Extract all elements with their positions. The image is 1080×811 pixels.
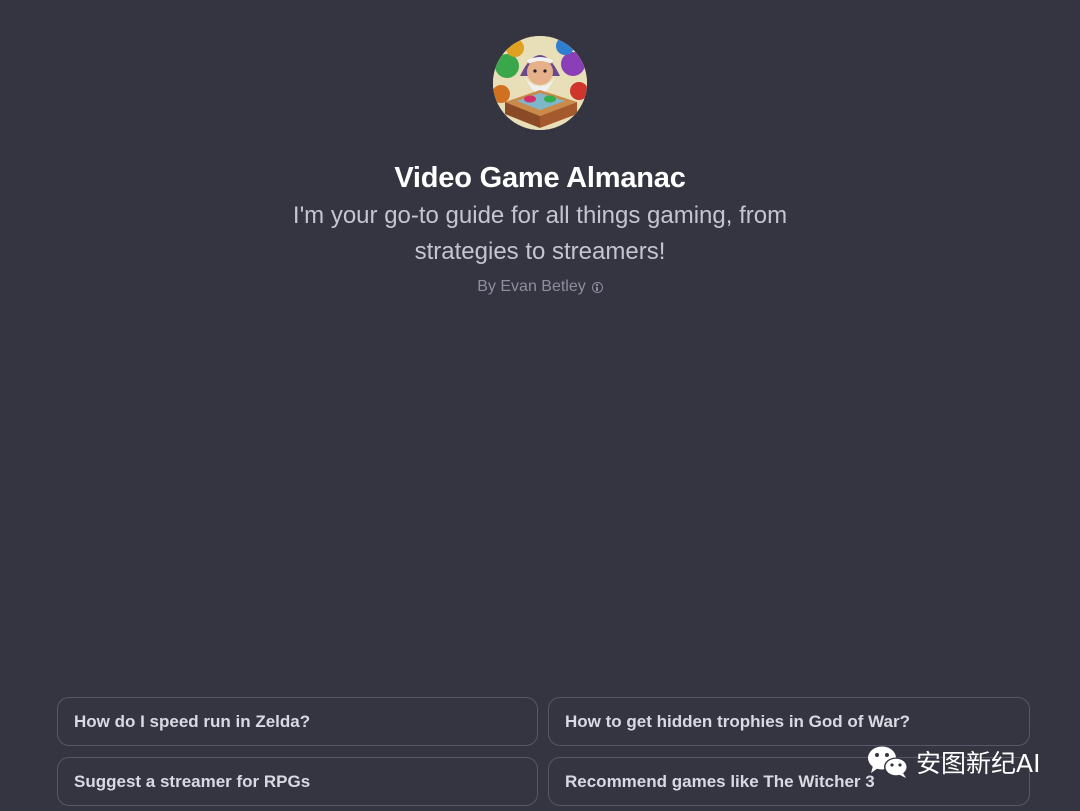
watermark-text: 安图新纪AI (916, 749, 1041, 778)
info-icon[interactable] (591, 281, 603, 293)
suggestion-button[interactable]: How to get hidden trophies in God of War… (548, 697, 1030, 746)
gpt-intro: Video Game Almanac I'm your go-to guide … (0, 36, 1080, 298)
watermark: 安图新纪AI (866, 742, 1040, 782)
wizard-avatar-icon (493, 36, 587, 130)
gpt-avatar (493, 36, 587, 130)
chat-page: Video Game Almanac I'm your go-to guide … (0, 0, 1080, 811)
gpt-title: Video Game Almanac (394, 162, 686, 194)
suggestion-button[interactable]: How do I speed run in Zelda? (57, 697, 538, 746)
gpt-author[interactable]: By Evan Betley (477, 276, 603, 298)
gpt-description: I'm your go-to guide for all things gami… (292, 202, 788, 265)
wechat-icon (868, 746, 908, 778)
author-label: By Evan Betley (477, 278, 586, 295)
suggestion-button[interactable]: Suggest a streamer for RPGs (57, 757, 538, 806)
